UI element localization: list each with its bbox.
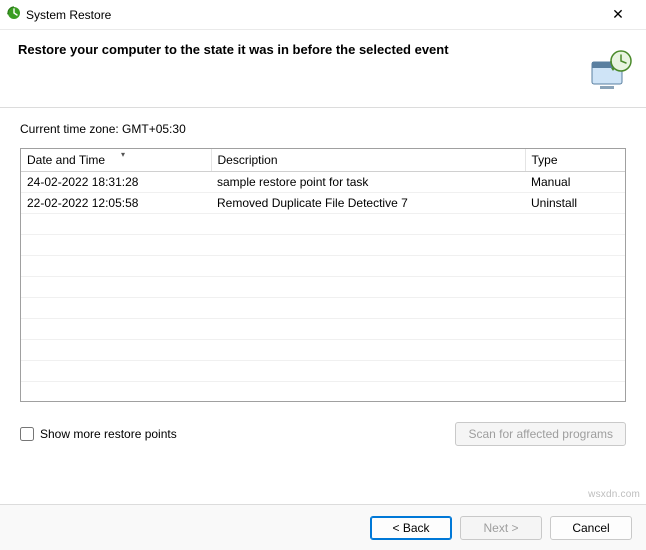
table-row[interactable] (21, 339, 625, 360)
table-row[interactable]: 24-02-2022 18:31:28 sample restore point… (21, 171, 625, 192)
column-header-description[interactable]: Description (211, 149, 525, 171)
window-title: System Restore (22, 8, 598, 22)
watermark: wsxdn.com (588, 489, 640, 500)
cell-datetime: 24-02-2022 18:31:28 (21, 171, 211, 192)
sort-indicator-icon: ▾ (121, 150, 125, 159)
show-more-checkbox-input[interactable] (20, 427, 34, 441)
cell-datetime: 22-02-2022 12:05:58 (21, 192, 211, 213)
cell-description: Removed Duplicate File Detective 7 (211, 192, 525, 213)
table-row[interactable] (21, 234, 625, 255)
below-grid-controls: Show more restore points Scan for affect… (20, 422, 626, 446)
back-button[interactable]: < Back (370, 516, 452, 540)
show-more-checkbox[interactable]: Show more restore points (20, 427, 177, 441)
table-row[interactable] (21, 318, 625, 339)
page-heading: Restore your computer to the state it wa… (18, 42, 628, 57)
titlebar: System Restore ✕ (0, 0, 646, 30)
close-icon[interactable]: ✕ (598, 6, 638, 23)
wizard-body: Current time zone: GMT+05:30 Date and Ti… (0, 108, 646, 446)
table-row[interactable] (21, 360, 625, 381)
cancel-button[interactable]: Cancel (550, 516, 632, 540)
show-more-checkbox-label: Show more restore points (40, 427, 177, 441)
restore-points-table[interactable]: Date and Time ▾ Description Type 24-02-2… (20, 148, 626, 402)
table-row[interactable] (21, 276, 625, 297)
cell-type: Uninstall (525, 192, 625, 213)
column-label: Date and Time (27, 153, 105, 167)
system-restore-icon (6, 5, 22, 24)
table-row[interactable] (21, 255, 625, 276)
table-row[interactable] (21, 297, 625, 318)
next-button[interactable]: Next > (460, 516, 542, 540)
wizard-footer: < Back Next > Cancel (0, 504, 646, 550)
table-header-row: Date and Time ▾ Description Type (21, 149, 625, 171)
column-header-type[interactable]: Type (525, 149, 625, 171)
table-row[interactable]: 22-02-2022 12:05:58 Removed Duplicate Fi… (21, 192, 625, 213)
column-header-datetime[interactable]: Date and Time ▾ (21, 149, 211, 171)
cell-description: sample restore point for task (211, 171, 525, 192)
wizard-header: Restore your computer to the state it wa… (0, 30, 646, 108)
cell-type: Manual (525, 171, 625, 192)
restore-monitor-icon (586, 48, 634, 96)
timezone-label: Current time zone: GMT+05:30 (20, 122, 626, 136)
table-row[interactable] (21, 213, 625, 234)
scan-affected-button[interactable]: Scan for affected programs (455, 422, 626, 446)
